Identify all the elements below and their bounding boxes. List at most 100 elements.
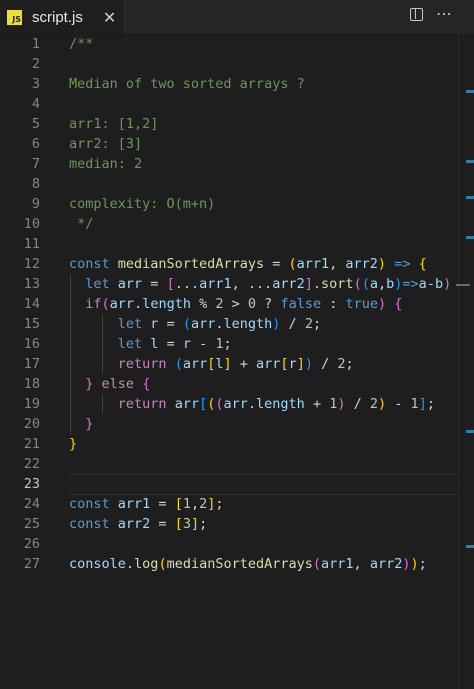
code-line[interactable]: 12 const medianSortedArrays = (arr1, arr2… <box>0 254 460 274</box>
code-line[interactable]: 2 <box>0 54 460 74</box>
code-line[interactable]: 18 } else { <box>0 374 460 394</box>
code-token: / <box>280 316 305 332</box>
code-line[interactable]: 25 const arr2 = [3]; <box>0 514 460 534</box>
code-token: arr <box>182 356 208 372</box>
code-line[interactable]: 26 <box>0 534 460 554</box>
line-number: 15 <box>23 316 40 332</box>
code-token: let <box>117 316 151 332</box>
code-line[interactable]: 9 complexity: O(m+n) <box>0 194 460 214</box>
code-token: length <box>142 296 191 312</box>
code-token: , <box>329 256 346 272</box>
line-number: 8 <box>31 176 40 192</box>
code-token: [ <box>174 516 183 532</box>
line-number: 26 <box>23 536 40 552</box>
code-line[interactable]: 7 median: 2 <box>0 154 460 174</box>
code-line[interactable]: 8 <box>0 174 460 194</box>
code-text: /** <box>69 34 93 54</box>
code-text: } <box>69 414 93 434</box>
code-line[interactable]: 23 <box>0 474 460 494</box>
code-line[interactable]: 16 let l = r - 1; <box>0 334 460 354</box>
code-token: arr1: [1,2] <box>69 116 159 132</box>
code-line[interactable]: 4 <box>0 94 460 114</box>
code-line[interactable]: 17 return (arr[l] + arr[r]) / 2; <box>0 354 460 374</box>
code-line[interactable]: 15 let r = (arr.length) / 2; <box>0 314 460 334</box>
code-token: = <box>150 516 175 532</box>
code-token: ) <box>377 256 387 272</box>
code-token: a <box>369 276 378 292</box>
code-token: [ <box>280 356 289 372</box>
code-token: arr <box>223 396 248 412</box>
code-token: ( <box>288 256 297 272</box>
code-token: . <box>125 556 135 572</box>
code-token: , <box>377 276 387 292</box>
code-text: const arr2 = [3]; <box>69 514 207 534</box>
code-line[interactable]: 19 return arr[((arr.length + 1) / 2) - 1… <box>0 394 460 414</box>
code-token: ] <box>304 276 313 292</box>
split-editor-icon[interactable] <box>410 8 423 21</box>
code-token: arr1 <box>199 276 232 292</box>
code-token: ; <box>345 356 354 372</box>
code-token: arr <box>109 296 135 312</box>
indent-guide <box>70 274 71 434</box>
code-token: + <box>304 396 330 412</box>
code-line[interactable]: 27 console.log(medianSortedArrays(arr1, a… <box>0 554 460 574</box>
line-number: 1 <box>31 36 40 52</box>
code-token: / <box>312 356 338 372</box>
code-token: ; <box>418 556 427 572</box>
code-token: ] <box>418 396 427 412</box>
code-line[interactable]: 6 arr2: [3] <box>0 134 460 154</box>
code-line[interactable]: 24 const arr1 = [1,2]; <box>0 494 460 514</box>
code-token: ... <box>174 276 200 292</box>
code-token: median: 2 <box>69 156 143 172</box>
code-token: [ <box>166 276 175 292</box>
code-token: Median of two sorted arrays ? <box>69 76 305 92</box>
line-number: 6 <box>31 136 40 152</box>
code-token: length <box>256 396 305 412</box>
code-token: { <box>418 256 427 272</box>
line-number: 21 <box>23 436 40 452</box>
code-text: arr1: [1,2] <box>69 114 158 134</box>
code-token: [ <box>199 396 208 412</box>
code-token: 1 <box>182 496 191 512</box>
vertical-scrollbar[interactable] <box>458 34 474 689</box>
line-number: 14 <box>23 296 40 312</box>
code-line[interactable]: 13 let arr = [...arr1, ...arr2].sort((a,… <box>0 274 460 294</box>
close-icon[interactable]: ✕ <box>103 8 116 27</box>
indent-guide <box>102 314 103 374</box>
code-text: Median of two sorted arrays ? <box>69 74 305 94</box>
code-line[interactable]: 5 arr1: [1,2] <box>0 114 460 134</box>
code-token: ( <box>101 296 110 312</box>
code-token: 2 <box>215 296 224 312</box>
code-line[interactable]: 11 <box>0 234 460 254</box>
code-line[interactable]: 10 */ <box>0 214 460 234</box>
code-token: . <box>312 276 322 292</box>
code-line[interactable]: 22 <box>0 454 460 474</box>
code-text: if(arr.length % 2 > 0 ? false : true) { <box>69 294 402 314</box>
code-token: let <box>85 276 118 292</box>
line-number: 9 <box>31 196 40 212</box>
code-token: , ... <box>231 276 273 292</box>
more-actions-icon[interactable]: ⋯ <box>436 4 453 23</box>
code-line[interactable]: 20 } <box>0 414 460 434</box>
code-line[interactable]: 21} <box>0 434 460 454</box>
code-token: . <box>134 296 143 312</box>
tab-script-js[interactable]: JS script.js ✕ <box>0 0 125 34</box>
code-token: ] <box>223 356 232 372</box>
code-token: 0 <box>247 296 257 312</box>
code-token: . <box>247 396 257 412</box>
line-number: 24 <box>23 496 40 512</box>
code-text: const arr1 = [1,2]; <box>69 494 224 514</box>
code-token: arr2: [3] <box>69 136 143 152</box>
code-token: console <box>69 556 126 572</box>
code-token: */ <box>69 216 94 232</box>
code-token: log <box>134 556 159 572</box>
code-line[interactable]: 3 Median of two sorted arrays ? <box>0 74 460 94</box>
code-editor[interactable]: 1/** 2 3 Median of two sorted arrays ? 4 5 arr… <box>0 34 474 689</box>
code-line[interactable]: 14 if(arr.length % 2 > 0 ? false : true)… <box>0 294 460 314</box>
code-token: ) <box>304 356 313 372</box>
code-line[interactable]: 1 /** <box>0 34 460 54</box>
line-number: 20 <box>23 416 40 432</box>
code-text: } <box>69 434 77 454</box>
